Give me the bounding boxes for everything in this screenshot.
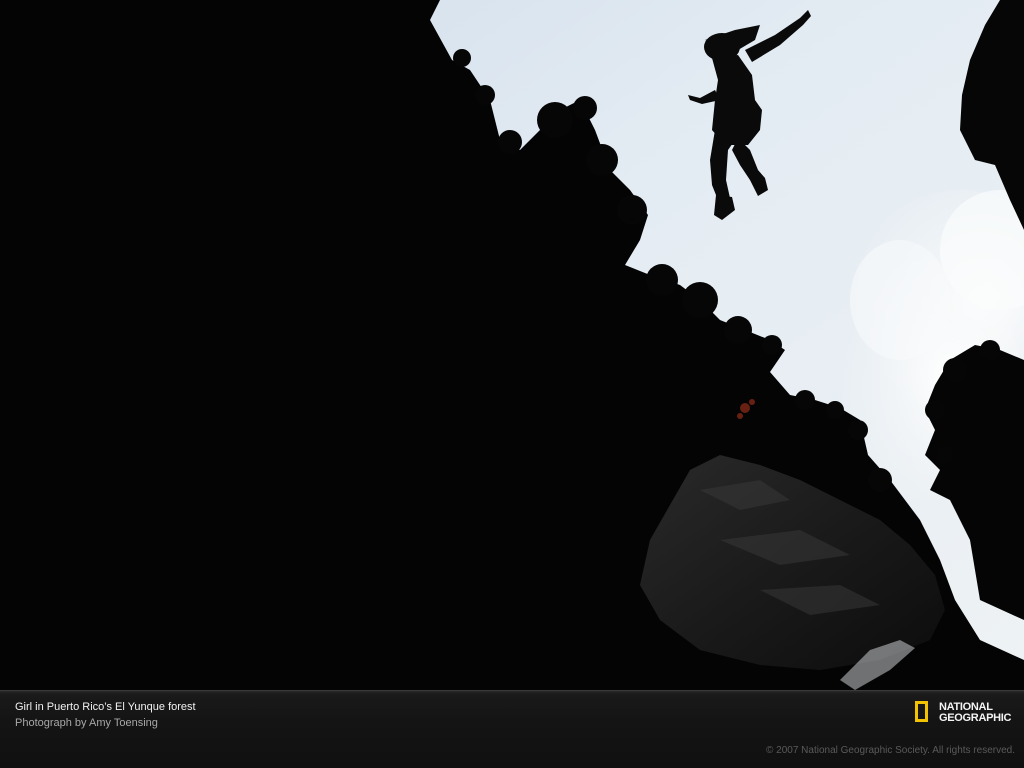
yellow-rectangle-icon [915, 701, 928, 722]
copyright-notice: © 2007 National Geographic Society. All … [766, 745, 1015, 756]
photo-caption: Girl in Puerto Rico’s El Yunque forest [15, 701, 196, 713]
caption-bar: Girl in Puerto Rico’s El Yunque forest P… [0, 690, 1024, 768]
photo [0, 0, 1024, 690]
photo-scene [0, 0, 1024, 690]
photo-credit: Photograph by Amy Toensing [15, 717, 158, 729]
national-geographic-logo: NATIONAL GEOGRAPHIC [914, 700, 1018, 730]
logo-text-line2: GEOGRAPHIC [939, 712, 1012, 724]
wallpaper-frame: Girl in Puerto Rico’s El Yunque forest P… [0, 0, 1024, 768]
